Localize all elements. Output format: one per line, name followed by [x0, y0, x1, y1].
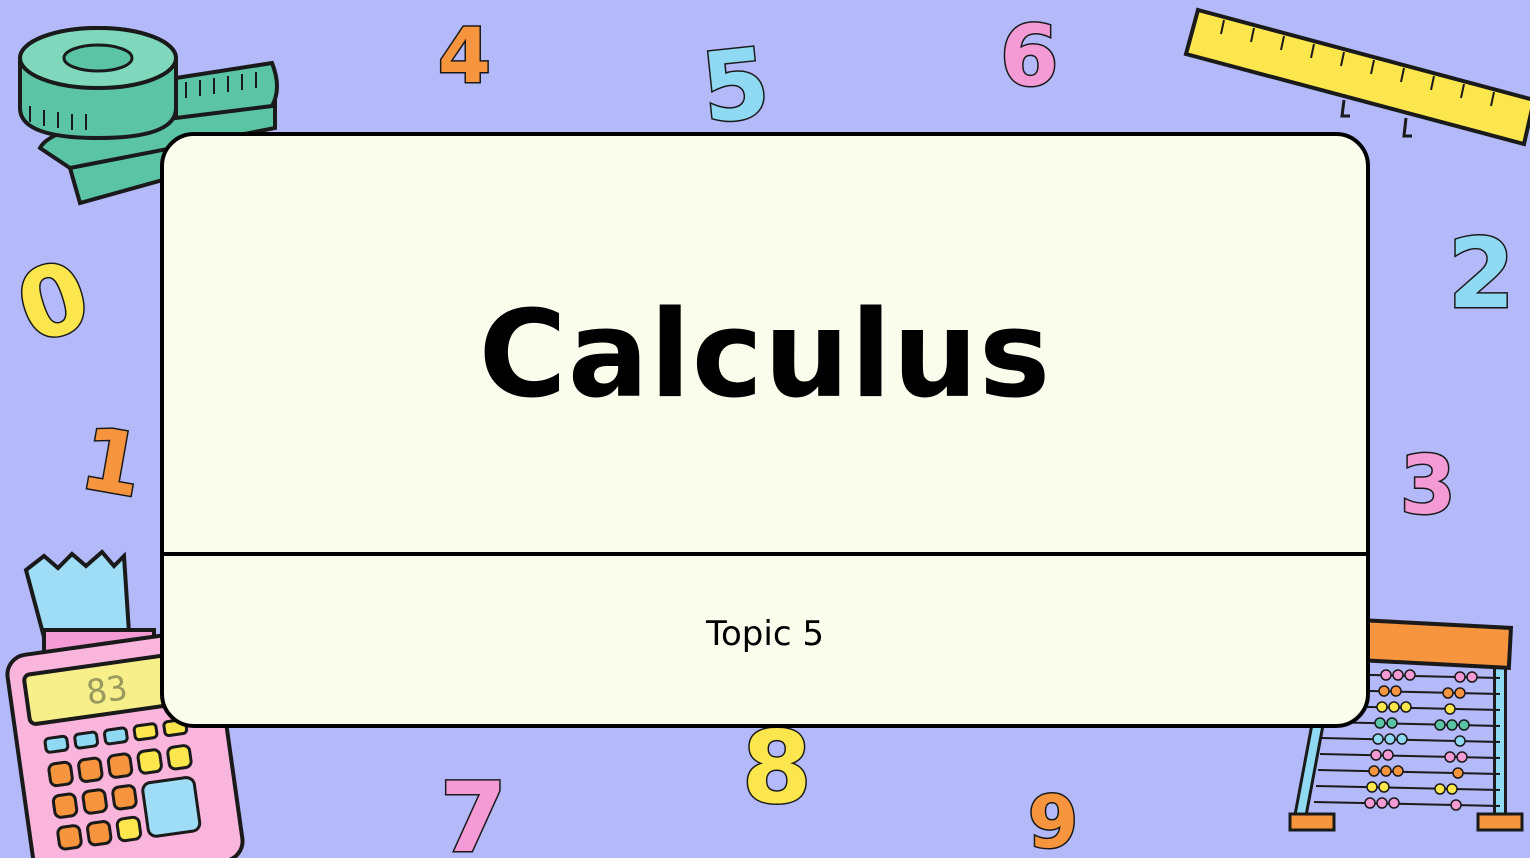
calculator-display: 83 — [84, 668, 130, 713]
digit-six: 6 — [998, 7, 1059, 105]
digit-eight: 8 — [741, 709, 814, 826]
slide: 4 5 6 0 1 2 3 8 7 9 83 Calculus Topic 5 — [0, 0, 1530, 858]
digit-five: 5 — [695, 25, 776, 146]
slide-subtitle: Topic 5 — [706, 614, 824, 654]
slide-title: Calculus — [478, 286, 1052, 425]
digit-nine: 9 — [1026, 780, 1079, 858]
card-divider — [164, 552, 1366, 556]
digit-four: 4 — [437, 11, 493, 100]
digit-zero: 0 — [3, 237, 104, 367]
digit-one: 1 — [72, 407, 151, 519]
title-card: Calculus Topic 5 — [160, 132, 1370, 728]
digit-seven: 7 — [439, 762, 509, 858]
digit-two: 2 — [1447, 218, 1517, 330]
digit-three: 3 — [1399, 439, 1458, 532]
